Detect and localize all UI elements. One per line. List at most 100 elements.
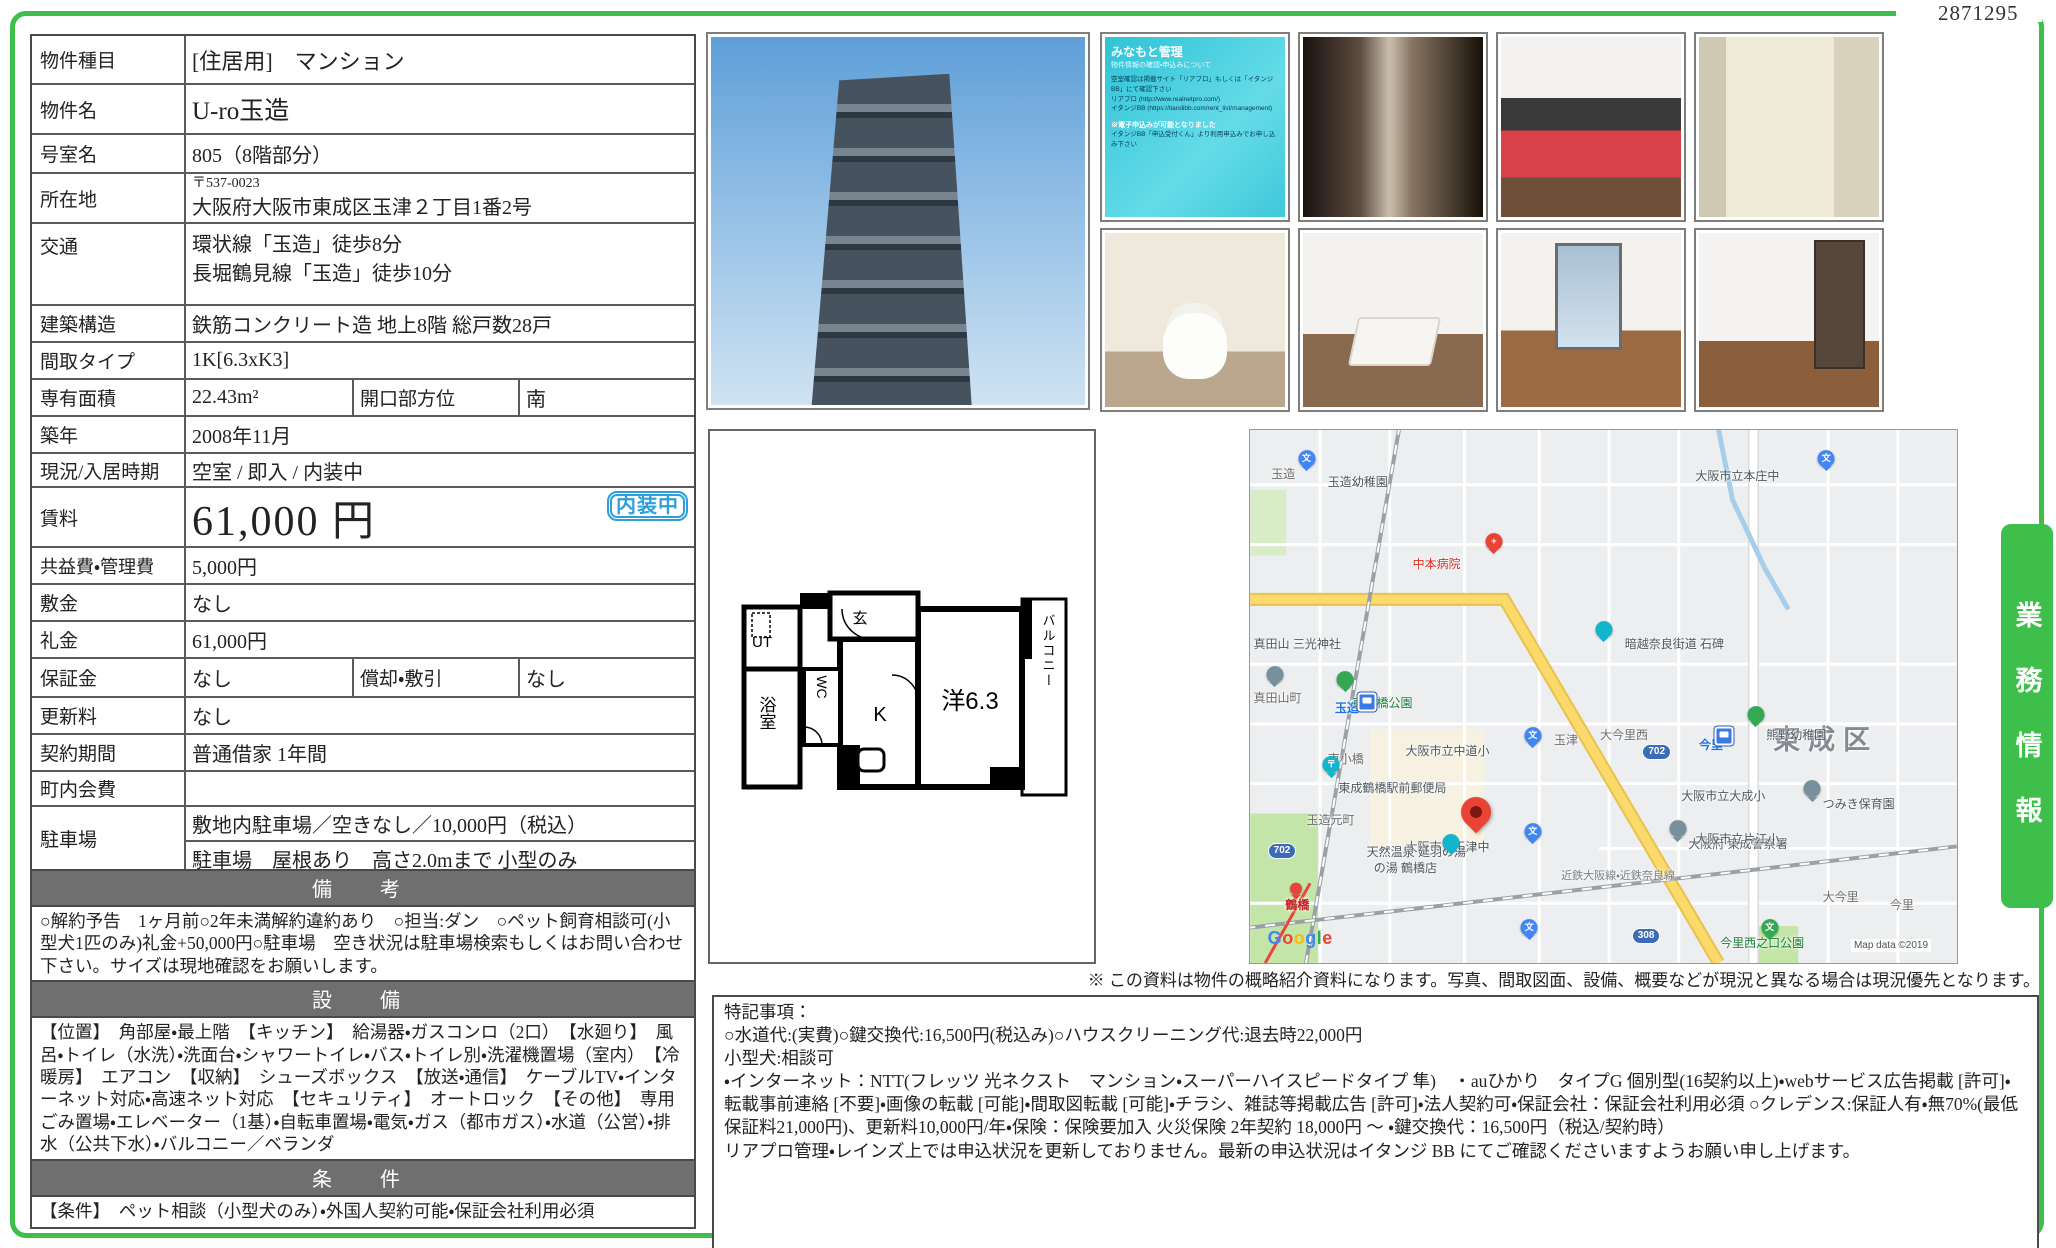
table-row: 敷金 なし — [32, 583, 694, 620]
map-label: 大阪市立片江小 — [1695, 830, 1779, 847]
row-label: 所在地 — [32, 174, 184, 222]
rent-value: 61,000 円 内装中 — [184, 488, 694, 546]
row-label-2: 開口部方位 — [352, 380, 518, 415]
table-row: 専有面積 22.43m² 開口部方位 南 — [32, 378, 694, 415]
map-pin-icon: 〒 — [1323, 757, 1340, 774]
row-label: 契約期間 — [32, 735, 184, 770]
route-number-badge: 308 — [1632, 928, 1661, 944]
map-pin-icon — [1266, 666, 1283, 683]
photo-hallway — [1298, 32, 1488, 222]
row-label: 号室名 — [32, 135, 184, 172]
table-row: 町内会費 — [32, 770, 694, 805]
row-value: なし — [184, 585, 694, 620]
map-pin-icon — [1290, 883, 1302, 895]
row-value: 22.43m² — [184, 380, 352, 415]
map-pin-icon — [1595, 621, 1612, 638]
row-value: 61,000円 — [184, 622, 694, 657]
map-pin-icon: + — [1485, 533, 1502, 550]
address: 大阪府大阪市東成区玉津２丁目1番2号 — [192, 191, 532, 220]
table-row: 築年 2008年11月 — [32, 415, 694, 452]
floorplan-drawing: UT 浴室 WC 玄 K 洋6.3 バルコニー — [710, 431, 1094, 962]
row-label: 保証金 — [32, 659, 184, 696]
disclaimer-note: ※ この資料は物件の概略紹介資料になります。写真、間取図面、設備、概要などが現況… — [1088, 966, 2040, 991]
photo-building-exterior — [706, 32, 1090, 410]
building-photo-art — [711, 37, 1085, 405]
map-pin-icon: 文 — [1761, 919, 1778, 936]
row-value: 普通借家 1年間 — [184, 735, 694, 770]
plan-label-balcony: バルコニー — [1041, 614, 1056, 689]
map-label: 近鉄大阪線・近鉄奈良線 — [1561, 867, 1675, 883]
rent-amount: 61,000 円 — [192, 487, 376, 548]
row-label: 間取タイプ — [32, 343, 184, 378]
row-label: 町内会費 — [32, 772, 184, 805]
property-table: 物件種目 [住居用] マンション 物件名 U-ro玉造 号室名 805（8階部分… — [30, 34, 696, 1229]
map-label: 今里西之口公園 — [1720, 934, 1804, 951]
map-pin-icon — [1747, 706, 1764, 723]
access-line1: 環状線「玉造」徒歩8分 — [192, 228, 402, 257]
map-label: の湯 鶴橋店 — [1374, 859, 1437, 876]
row-label: 更新料 — [32, 698, 184, 733]
card-line: 空室確認は掲載サイト「リアプロ」もしくは「イタンジBB」にて確認下さい — [1111, 75, 1279, 95]
row-value: なし — [184, 659, 352, 696]
route-number-badge: 702 — [1642, 744, 1671, 760]
parking-line1: 敷地内駐車場／空きなし／10,000円（税込） — [186, 807, 694, 840]
map-label: 玉造幼稚園 — [1328, 473, 1388, 490]
table-row-rent: 賃料 61,000 円 内装中 — [32, 486, 694, 546]
row-value: U-ro玉造 — [184, 85, 694, 133]
map-pin-icon: 文 — [1524, 823, 1541, 840]
tab-business-info[interactable]: 業務情報 — [2001, 524, 2053, 908]
photo-kitchen — [1496, 32, 1686, 222]
conditions-text: 【条件】 ペット相談（小型犬のみ）・外国人契約可能・保証会社利用必須 — [32, 1195, 694, 1227]
toilet — [1163, 313, 1228, 379]
photo-laundry-space — [1298, 228, 1488, 412]
map-pin-icon: 文 — [1818, 450, 1835, 467]
table-row: 共益費・管理費 5,000円 — [32, 546, 694, 583]
row-value-2: 南 — [518, 380, 694, 415]
map-label: 大今里西 — [1600, 726, 1648, 743]
doc-number: 2871295 — [1938, 1, 2019, 26]
map-label: 大今里 — [1823, 888, 1859, 905]
row-label: 物件種目 — [32, 36, 184, 83]
special-notes-box: 特記事項： ○水道代:(実費)○鍵交換代:16,500円(税込み)○ハウスクリー… — [712, 995, 2039, 1248]
row-label: 建築構造 — [32, 306, 184, 341]
table-row: 物件種目 [住居用] マンション — [32, 36, 694, 83]
map-label: 熊野幼稚園 — [1766, 726, 1826, 743]
table-row: 号室名 805（8階部分） — [32, 133, 694, 172]
map-pin-icon: 文 — [1521, 919, 1538, 936]
table-row-parking: 駐車場 敷地内駐車場／空きなし／10,000円（税込） 駐車場 屋根あり 高さ2… — [32, 805, 694, 869]
map-label: Map data ©2019 — [1851, 939, 1931, 952]
parking-values: 敷地内駐車場／空きなし／10,000円（税込） 駐車場 屋根あり 高さ2.0mま… — [184, 807, 694, 869]
table-row: 交通 環状線「玉造」徒歩8分 長堀鶴見線「玉造」徒歩10分 — [32, 222, 694, 304]
map-label: 大阪市立中道小 — [1406, 742, 1490, 759]
photo-management-info-card: みなもと管理 物件情報の確認・申込みについて 空室確認は掲載サイト「リアプロ」も… — [1100, 32, 1290, 222]
row-label: 駐車場 — [32, 807, 184, 869]
row-label: 築年 — [32, 417, 184, 452]
photo-toilet — [1100, 228, 1290, 412]
photo-bathroom — [1694, 32, 1884, 222]
route-number-badge: 702 — [1268, 843, 1297, 859]
location-map[interactable]: 玉造玉造幼稚園大阪市立本庄中中本病院真田山 三光神社暗越奈良街道 石碑玉造大阪市… — [1249, 429, 1958, 964]
map-pin-icon: 文 — [1524, 727, 1541, 744]
balcony-window — [1555, 243, 1622, 350]
table-row: 現況/入居時期 空室 / 即入 / 内装中 — [32, 452, 694, 486]
postal-code: 〒537-0023 — [192, 176, 260, 191]
plan-label-ut: UT — [752, 634, 772, 651]
table-row: 間取タイプ 1K[6.3xK3] — [32, 341, 694, 378]
table-row: 建築構造 鉄筋コンクリート造 地上8階 総戸数28戸 — [32, 304, 694, 341]
renovation-badge: 内装中 — [607, 491, 688, 521]
parking-line2: 駐車場 屋根あり 高さ2.0mまで 小型のみ — [186, 840, 694, 875]
table-row: 物件名 U-ro玉造 — [32, 83, 694, 133]
management-card: みなもと管理 物件情報の確認・申込みについて 空室確認は掲載サイト「リアプロ」も… — [1105, 37, 1285, 217]
map-pin-icon — [1443, 834, 1460, 851]
row-value: 鉄筋コンクリート造 地上8階 総戸数28戸 — [184, 306, 694, 341]
row-value: 2008年11月 — [184, 417, 694, 452]
building-silhouette — [808, 74, 980, 405]
plan-label-entrance: 玄 — [852, 610, 867, 627]
card-note2: イタンジBB「申込受付くん」より利用申込みでお申し込み下さい — [1111, 130, 1279, 150]
map-label: 東成鶴橋駅前郵便局 — [1338, 779, 1446, 796]
section-header-equipment: 設 備 — [32, 980, 694, 1016]
table-row: 所在地 〒537-0023 大阪府大阪市東成区玉津２丁目1番2号 — [32, 172, 694, 222]
map-label: 中本病院 — [1413, 555, 1461, 572]
row-value: 空室 / 即入 / 内装中 — [184, 454, 694, 486]
table-row: 礼金 61,000円 — [32, 620, 694, 657]
